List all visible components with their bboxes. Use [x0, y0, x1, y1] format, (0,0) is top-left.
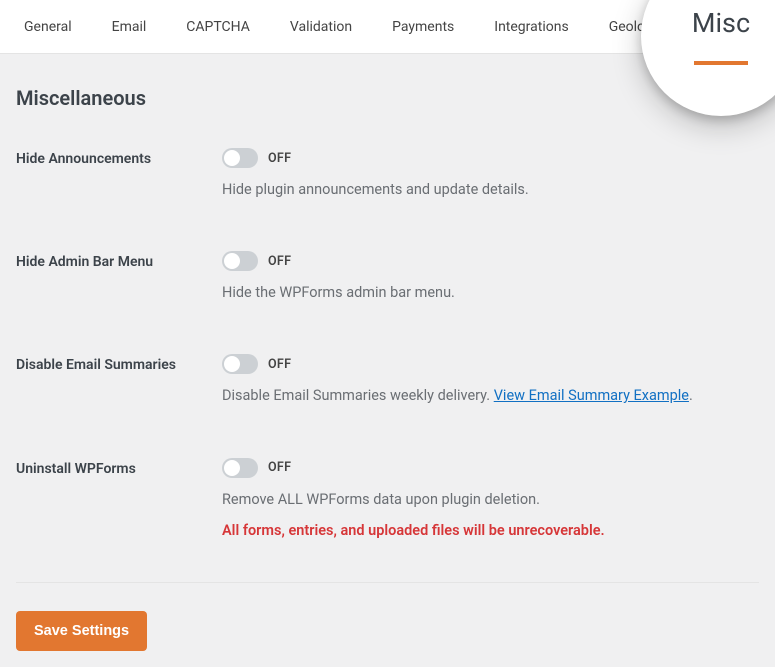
setting-warning: All forms, entries, and uploaded files w…	[222, 519, 759, 542]
desc-text: .	[689, 387, 693, 404]
toggle-state: OFF	[268, 357, 291, 372]
zoom-label: Misc	[692, 7, 750, 39]
tab-integrations[interactable]: Integrations	[494, 19, 568, 35]
setting-uninstall: Uninstall WPForms OFF Remove ALL WPForms…	[16, 458, 759, 542]
page-title: Miscellaneous	[16, 86, 759, 110]
setting-hide-admin-bar: Hide Admin Bar Menu OFF Hide the WPForms…	[16, 251, 759, 304]
tab-captcha[interactable]: CAPTCHA	[186, 19, 250, 35]
tab-validation[interactable]: Validation	[290, 19, 352, 35]
toggle-state: OFF	[268, 460, 291, 475]
tab-email[interactable]: Email	[112, 19, 147, 35]
view-example-link[interactable]: View Email Summary Example	[494, 387, 689, 404]
setting-description: Hide plugin announcements and update det…	[222, 178, 759, 201]
toggle-uninstall[interactable]	[222, 458, 258, 478]
setting-hide-announcements: Hide Announcements OFF Hide plugin annou…	[16, 148, 759, 201]
toggle-state: OFF	[268, 254, 291, 269]
setting-disable-email-summaries: Disable Email Summaries OFF Disable Emai…	[16, 354, 759, 407]
setting-description: Disable Email Summaries weekly delivery.…	[222, 384, 759, 407]
divider	[16, 582, 759, 583]
setting-label: Disable Email Summaries	[16, 354, 222, 407]
tab-general[interactable]: General	[24, 19, 72, 35]
zoom-underline	[694, 61, 748, 65]
toggle-hide-announcements[interactable]	[222, 148, 258, 168]
setting-description: Hide the WPForms admin bar menu.	[222, 281, 759, 304]
save-settings-button[interactable]: Save Settings	[16, 611, 147, 651]
content-area: Miscellaneous Hide Announcements OFF Hid…	[0, 54, 775, 667]
desc-text: Disable Email Summaries weekly delivery.	[222, 387, 494, 404]
setting-label: Uninstall WPForms	[16, 458, 222, 542]
toggle-disable-email-summaries[interactable]	[222, 354, 258, 374]
setting-label: Hide Announcements	[16, 148, 222, 201]
toggle-hide-admin-bar[interactable]	[222, 251, 258, 271]
tab-payments[interactable]: Payments	[392, 19, 454, 35]
setting-description: Remove ALL WPForms data upon plugin dele…	[222, 488, 759, 511]
setting-label: Hide Admin Bar Menu	[16, 251, 222, 304]
toggle-state: OFF	[268, 151, 291, 166]
